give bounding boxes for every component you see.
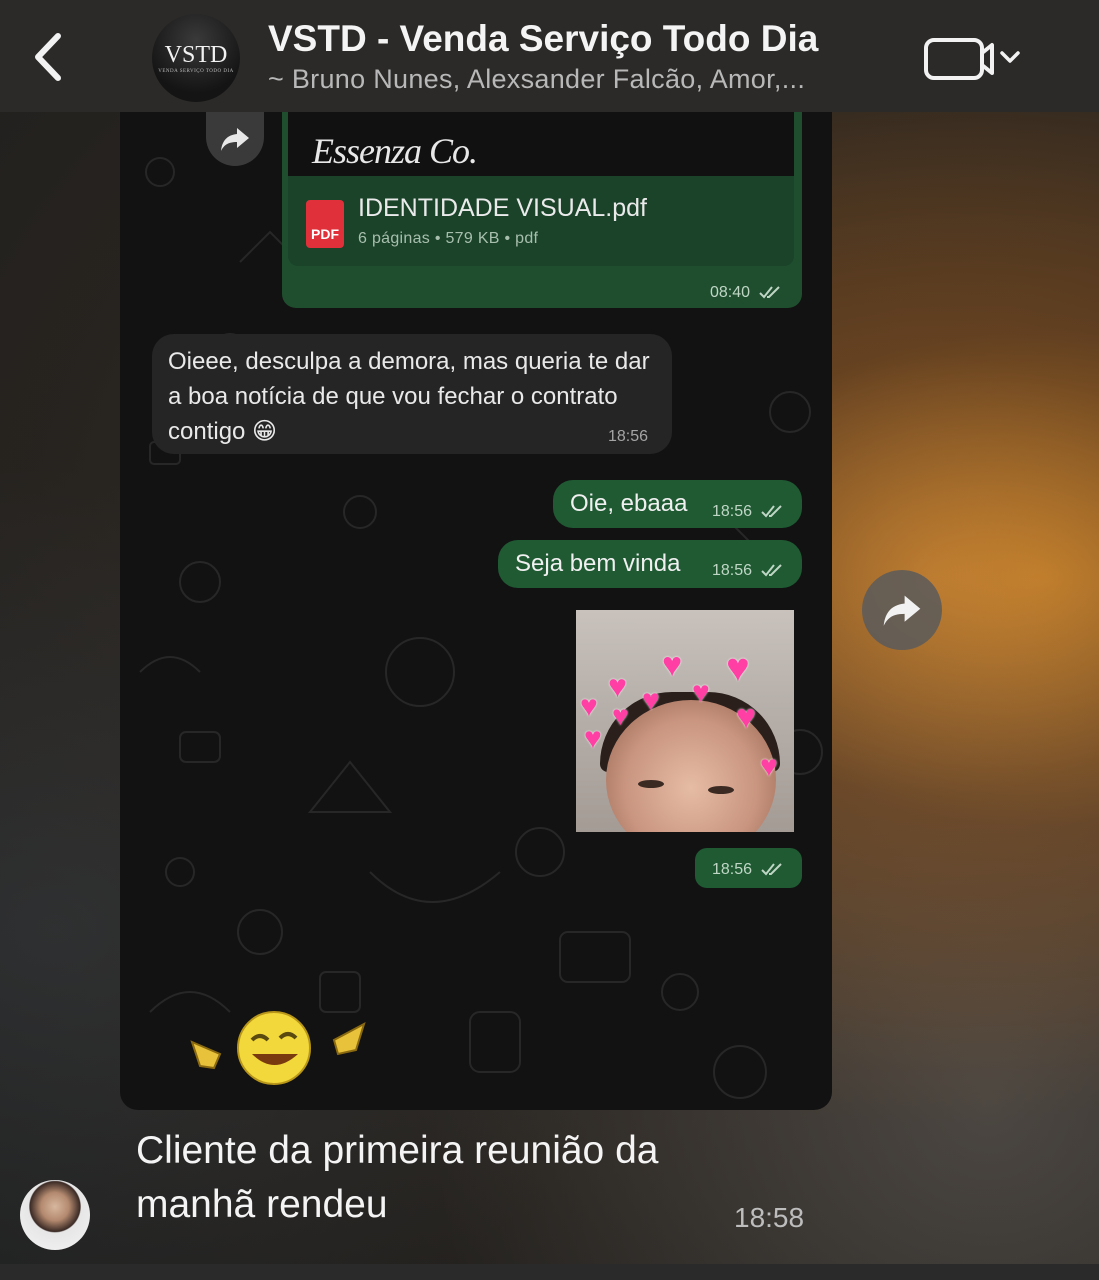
heart-icon: ♥ [736,698,757,736]
sender-avatar[interactable] [20,1180,90,1250]
group-avatar[interactable]: VSTD VENDA SERVIÇO TODO DIA [152,14,240,102]
pdf-filename: IDENTIDADE VISUAL.pdf [358,194,647,222]
group-members[interactable]: ~ Bruno Nunes, Alexsander Falcão, Amor,.… [268,64,805,95]
chevron-left-icon [35,33,61,81]
incoming-message-text: Oieee, desculpa a demora, mas queria te … [168,348,650,445]
sticker-time-wrap: 18:56 [712,861,783,879]
chat-title[interactable]: VSTD - Venda Serviço Todo Dia [268,18,818,60]
double-check-icon [760,863,782,876]
message-time: 18:56 [712,503,753,520]
forward-icon [221,128,249,151]
message-time: 18:56 [712,562,753,579]
chat-header: VSTD VENDA SERVIÇO TODO DIA VSTD - Venda… [0,0,1099,112]
heart-icon: ♥ [760,750,778,783]
heart-icon: ♥ [584,722,602,755]
group-avatar-subtitle: VENDA SERVIÇO TODO DIA [158,68,234,74]
forward-button[interactable] [862,570,942,650]
sticker-eye [638,780,664,788]
heart-icon: ♥ [726,646,750,690]
heart-icon: ♥ [662,646,683,684]
laughing-pointing-emoji-icon[interactable] [188,1008,368,1088]
double-check-icon [760,505,782,518]
message-time: 18:56 [712,861,753,878]
outgoing-message-text: Seja bem vinda [515,550,681,577]
heart-icon: ♥ [642,684,660,717]
double-check-icon [758,286,780,299]
sticker-eye [708,786,734,794]
pdf-preview[interactable]: Essenza Co. [288,112,794,176]
incoming-message-time: 18:56 [608,428,649,445]
bottom-bar [0,1264,1099,1280]
pdf-file-icon: PDF [306,200,344,248]
outgoing-message-time-wrap: 18:56 [712,562,783,580]
heart-icon: ♥ [692,676,710,709]
video-camera-icon [924,38,1020,80]
outgoing-message-text: Oie, ebaaa [570,490,688,517]
pdf-meta: 6 páginas • 579 KB • pdf [358,230,539,247]
video-call-button[interactable] [922,34,1026,84]
forward-icon [883,595,921,626]
pdf-message-time: 08:40 [710,284,781,302]
double-check-icon [760,564,782,577]
heart-icon: ♥ [612,700,629,731]
back-button[interactable] [28,30,72,84]
group-avatar-logo: VSTD [164,41,228,68]
message-time: 08:40 [710,284,751,301]
baby-hearts-sticker[interactable]: ♥ ♥ ♥ ♥ ♥ ♥ ♥ ♥ ♥ ♥ [576,610,794,832]
caption-text: Cliente da primeira reunião da manhã ren… [136,1129,659,1226]
caption-time: 18:58 [734,1202,805,1233]
outgoing-message-time-wrap: 18:56 [712,503,783,521]
heart-icon: ♥ [580,690,598,723]
pdf-preview-logo: Essenza Co. [312,131,478,171]
